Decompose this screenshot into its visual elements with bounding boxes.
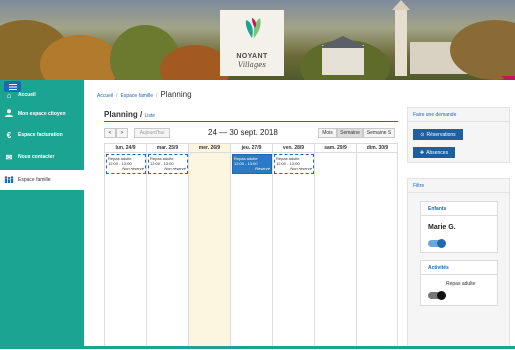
user-icon	[0, 109, 18, 119]
event-status: Non réservé	[122, 166, 144, 171]
activity-label: Repas adulte	[446, 281, 476, 287]
logo-text: NOYANT	[236, 53, 268, 60]
day-column[interactable]: dim. 30/9	[357, 144, 398, 350]
filter-panel-title: Filtre	[408, 179, 509, 193]
reservations-button[interactable]: ⊙ Réservations	[413, 129, 463, 140]
day-header: sam. 29/9	[315, 144, 356, 153]
absences-button-label: Absences	[426, 149, 449, 156]
filter-panel: Filtre Enfants Marie G. Activités Repas …	[407, 178, 510, 349]
envelope-icon: ✉	[5, 152, 13, 162]
family-icon	[0, 175, 18, 185]
sidebar-item-label: Nous contacter	[18, 154, 55, 160]
logo-leaf-icon	[245, 18, 261, 38]
planning-title-text: Planning /	[104, 110, 143, 119]
child-toggle[interactable]	[428, 239, 446, 248]
site-logo[interactable]: NOYANT Villages	[220, 10, 284, 76]
breadcrumb-section-link[interactable]: Espace famille	[121, 93, 154, 99]
calendar-grid: lun. 24/9 Repas adulte 12:00 - 13:00 Non…	[104, 143, 398, 350]
header-banner: NOYANT Villages	[0, 0, 515, 80]
event-status: Non réservé	[164, 166, 186, 171]
user-minus-icon: ✚	[419, 149, 425, 156]
children-filter-title: Enfants	[421, 202, 497, 216]
day-column[interactable]: sam. 29/9	[315, 144, 357, 350]
sidebar-item-label: Mon espace citoyen	[18, 111, 66, 117]
activities-filter-title: Activités	[421, 261, 497, 275]
event-card[interactable]: Repas adulte 12:00 - 13:00 Non réservé	[274, 154, 314, 174]
planning-title: Planning / Liste	[104, 110, 155, 119]
event-card-booked[interactable]: Repas adulte 12:00 - 13:00 Réservé	[232, 154, 272, 174]
day-header: ven. 28/9	[273, 144, 314, 153]
event-status: Non réservé	[290, 166, 312, 171]
children-filter-card: Enfants Marie G.	[420, 201, 498, 253]
roof-decor	[318, 36, 368, 48]
event-status: Réservé	[255, 166, 270, 171]
day-header: dim. 30/9	[357, 144, 398, 153]
sidebar-item-label: Espace facturation	[18, 132, 63, 138]
request-panel: Faire une demande ⊙ Réservations ✚ Absen…	[407, 107, 510, 163]
day-column-today[interactable]: mer. 26/9	[189, 144, 231, 350]
home-icon: ⌂	[6, 90, 12, 100]
day-column[interactable]: ven. 28/9 Repas adulte 12:00 - 13:00 Non…	[273, 144, 315, 350]
sidebar-item-label: Accueil	[18, 92, 36, 98]
clock-icon: ⊙	[420, 131, 425, 138]
date-range: 24 — 30 sept. 2018	[208, 128, 278, 137]
day-header: mer. 26/9	[189, 144, 230, 153]
day-header: lun. 24/9	[105, 144, 146, 153]
breadcrumb: Accueil / Espace famille / Planning	[97, 90, 192, 99]
sidebar-item-espace-citoyen[interactable]: Mon espace citoyen	[0, 104, 84, 124]
toggle-knob	[437, 239, 446, 248]
day-column[interactable]: lun. 24/9 Repas adulte 12:00 - 13:00 Non…	[105, 144, 147, 350]
sidebar: ⌂ Accueil Mon espace citoyen € Espace fa…	[0, 80, 84, 349]
request-panel-title: Faire une demande	[408, 108, 509, 122]
tower-decor	[395, 6, 407, 76]
breadcrumb-separator: /	[116, 93, 118, 99]
list-view-link[interactable]: Liste	[144, 113, 155, 119]
prev-week-button[interactable]: <	[104, 128, 116, 138]
sidebar-item-label: Espace famille	[18, 177, 51, 183]
spire-decor	[392, 0, 410, 10]
day-column[interactable]: jeu. 27/9 Repas adulte 12:00 - 13:00 Rés…	[231, 144, 273, 350]
next-week-button[interactable]: >	[116, 128, 128, 138]
event-card[interactable]: Repas adulte 12:00 - 13:00 Non réservé	[148, 154, 188, 174]
breadcrumb-current: Planning	[160, 90, 192, 99]
child-name: Marie G.	[428, 224, 456, 231]
activities-filter-card: Activités Repas adulte	[420, 260, 498, 306]
title-divider	[104, 121, 398, 122]
today-button[interactable]: Aujourd'hui	[134, 128, 170, 138]
house-decor	[322, 45, 364, 75]
main-content: Accueil / Espace famille / Planning Plan…	[84, 80, 515, 350]
sidebar-item-accueil[interactable]: ⌂ Accueil	[0, 85, 84, 105]
reservations-button-label: Réservations	[426, 131, 456, 138]
absences-button[interactable]: ✚ Absences	[413, 147, 455, 158]
activity-toggle[interactable]	[428, 291, 446, 300]
event-card[interactable]: Repas adulte 12:00 - 13:00 Non réservé	[106, 154, 146, 174]
euro-icon: €	[6, 130, 12, 140]
sidebar-item-facturation[interactable]: € Espace facturation	[0, 125, 84, 145]
month-view-button[interactable]: Mois	[318, 128, 337, 138]
breadcrumb-home-link[interactable]: Accueil	[97, 93, 113, 99]
sidebar-item-espace-famille[interactable]: Espace famille	[0, 170, 84, 190]
day-header: jeu. 27/9	[231, 144, 272, 153]
breadcrumb-separator: /	[156, 93, 158, 99]
day-header: mar. 25/9	[147, 144, 188, 153]
day-column[interactable]: mar. 25/9 Repas adulte 12:00 - 13:00 Non…	[147, 144, 189, 350]
week-view-button[interactable]: Semaine	[337, 128, 363, 138]
logo-subtext: Villages	[237, 61, 267, 69]
toggle-knob	[437, 291, 446, 300]
week-view-alt-button[interactable]: Semaine S	[363, 128, 395, 138]
sidebar-item-contact[interactable]: ✉ Nous contacter	[0, 147, 84, 167]
